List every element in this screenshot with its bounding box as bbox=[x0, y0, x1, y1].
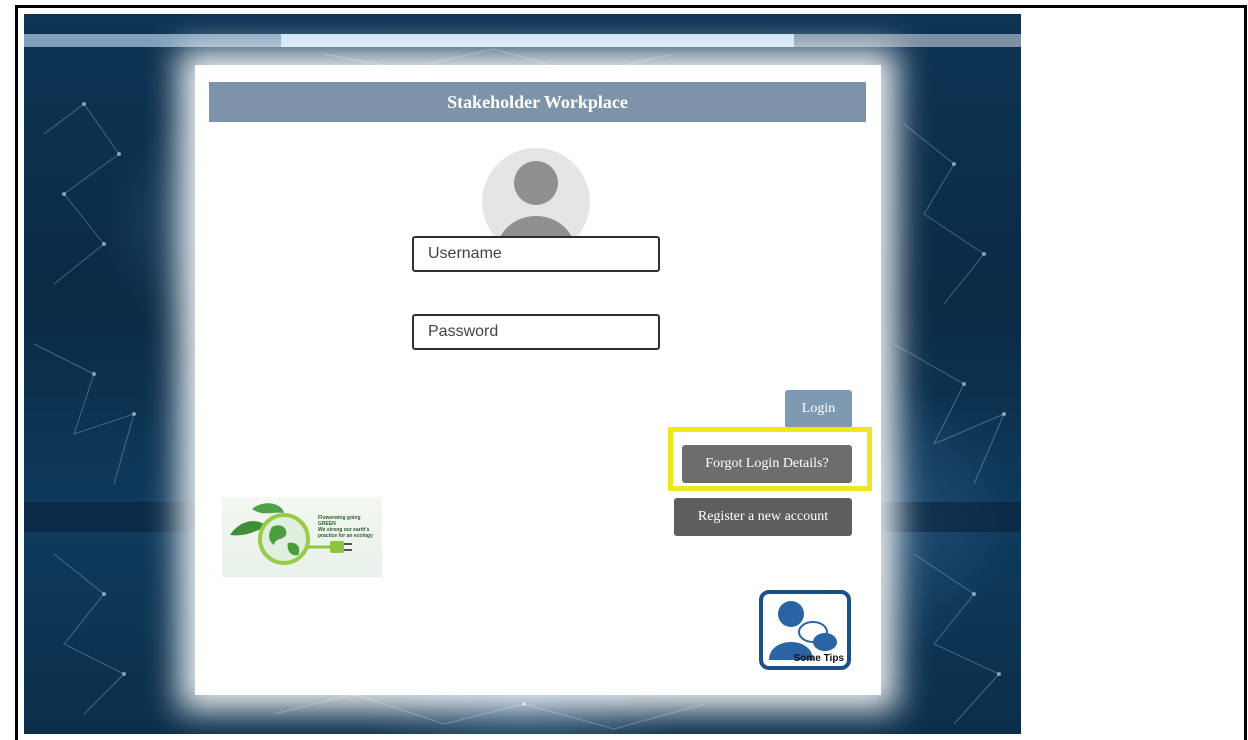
username-input[interactable] bbox=[412, 236, 660, 272]
page-title: Stakeholder Workplace bbox=[447, 91, 628, 112]
top-bar-segment-left bbox=[24, 34, 281, 47]
top-bar-segment-right bbox=[794, 34, 1021, 47]
some-tips-button[interactable]: Some Tips bbox=[759, 590, 851, 670]
forgot-login-button[interactable]: Forgot Login Details? bbox=[682, 445, 852, 483]
avatar-head bbox=[514, 161, 558, 205]
password-input[interactable] bbox=[412, 314, 660, 350]
logo-tagline: Flowerwing going GREEN We strong our ear… bbox=[318, 515, 373, 539]
top-bar-segment-middle bbox=[281, 34, 794, 47]
logo-line-4: practice for an ecology bbox=[318, 533, 373, 539]
login-card: Stakeholder Workplace Login Forgot Login… bbox=[204, 75, 872, 683]
card-header: Stakeholder Workplace bbox=[209, 82, 866, 122]
tips-label: Some Tips bbox=[793, 653, 844, 664]
green-earth-plug-logo: Flowerwing going GREEN We strong our ear… bbox=[222, 497, 382, 577]
register-button[interactable]: Register a new account bbox=[674, 498, 852, 536]
login-button[interactable]: Login bbox=[785, 390, 852, 428]
top-progress-bar bbox=[24, 34, 1021, 47]
